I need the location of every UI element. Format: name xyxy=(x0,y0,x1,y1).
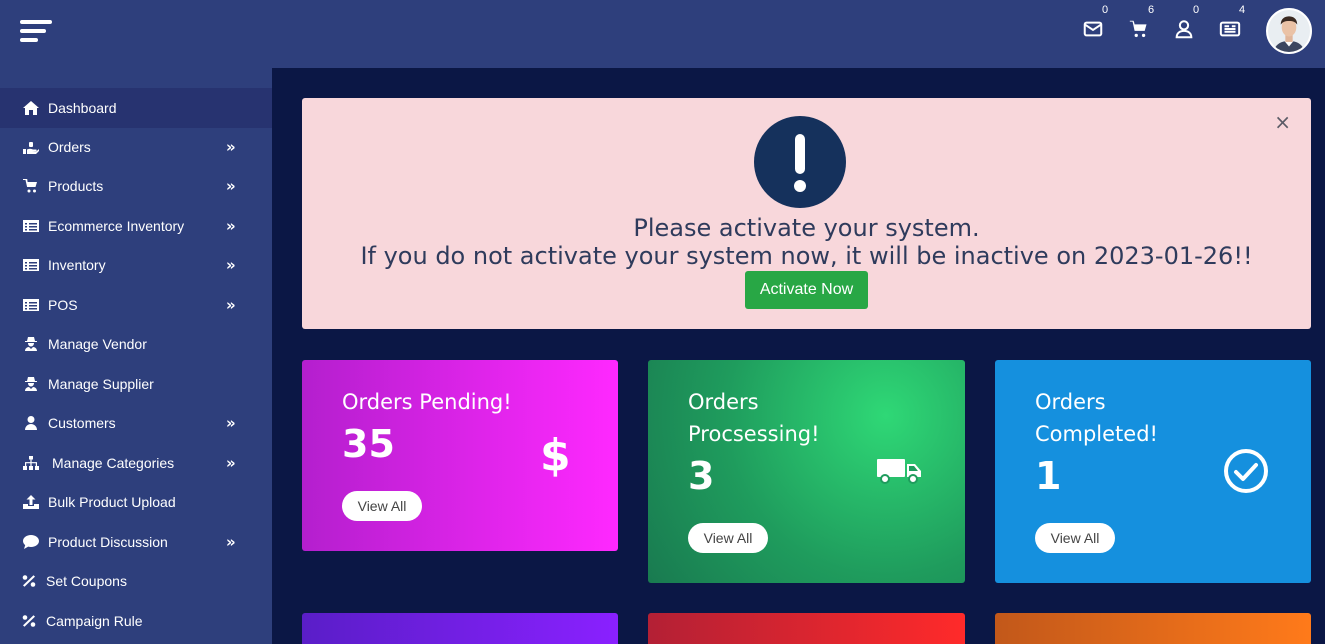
list-alt-icon xyxy=(22,219,40,233)
card-title: Orders Pending! xyxy=(342,390,512,414)
close-icon[interactable]: × xyxy=(1274,112,1291,132)
sitemap-icon xyxy=(22,456,40,470)
chevron-double-right-icon: » xyxy=(226,454,236,472)
sidebar-item-label: Products xyxy=(48,178,104,194)
sidebar-item-label: Manage Supplier xyxy=(48,376,154,392)
sidebar-item-ecommerce-inventory[interactable]: Ecommerce Inventory » xyxy=(0,206,272,246)
dollar-icon: $ xyxy=(540,428,571,482)
user-icon xyxy=(22,416,40,430)
user-icon[interactable]: 0 xyxy=(1173,4,1199,42)
exclamation-icon xyxy=(754,116,846,208)
sidebar-item-label: Campaign Rule xyxy=(46,613,143,629)
sidebar-item-label: POS xyxy=(48,297,78,313)
sidebar-item-inventory[interactable]: Inventory » xyxy=(0,245,272,285)
chevron-double-right-icon: » xyxy=(226,177,236,195)
sidebar-item-product-discussion[interactable]: Product Discussion » xyxy=(0,522,272,562)
card-title: Orders xyxy=(1035,390,1106,414)
chevron-double-right-icon: » xyxy=(226,414,236,432)
stat-card-red xyxy=(648,613,965,644)
list-alt-icon xyxy=(22,258,40,272)
card-title-line2: Procsessing! xyxy=(688,422,820,446)
activation-alert: × Please activate your system. If you do… xyxy=(302,98,1311,329)
card-count: 3 xyxy=(688,454,715,498)
sidebar-item-label: Manage Vendor xyxy=(48,336,147,352)
card-count: 35 xyxy=(342,422,395,466)
sidebar-item-label: Product Discussion xyxy=(48,534,168,550)
orders-completed-card: Orders Completed! 1 View All xyxy=(995,360,1311,583)
envelope-icon[interactable]: 0 xyxy=(1082,4,1108,42)
sidebar-item-label: Dashboard xyxy=(48,100,117,116)
view-all-button[interactable]: View All xyxy=(1035,523,1115,553)
check-circle-icon xyxy=(1223,448,1269,498)
sidebar-item-pos[interactable]: POS » xyxy=(0,285,272,325)
sidebar-item-label: Orders xyxy=(48,139,91,155)
home-icon xyxy=(22,101,40,115)
alert-message: Please activate your system. xyxy=(633,214,980,242)
sidebar-item-label: Customers xyxy=(48,415,116,431)
chevron-double-right-icon: » xyxy=(226,256,236,274)
view-all-button[interactable]: View All xyxy=(342,491,422,521)
sidebar-item-label: Inventory xyxy=(48,257,106,273)
sidebar-item-bulk-product-upload[interactable]: Bulk Product Upload xyxy=(0,482,272,522)
truck-icon xyxy=(877,457,923,489)
sidebar-item-customers[interactable]: Customers » xyxy=(0,403,272,443)
card-title-line2: Completed! xyxy=(1035,422,1158,446)
svg-text:$: $ xyxy=(540,430,568,478)
cart-icon[interactable]: 6 xyxy=(1128,4,1154,42)
sidebar-item-manage-supplier[interactable]: Manage Supplier xyxy=(0,364,272,404)
sidebar: Dashboard Orders » Products » Ecommerce … xyxy=(0,68,272,644)
orders-processing-card: Orders Procsessing! 3 View All xyxy=(648,360,965,583)
chevron-double-right-icon: » xyxy=(226,533,236,551)
hand-holding-icon xyxy=(22,140,40,154)
stat-card-purple xyxy=(302,613,618,644)
newspaper-badge: 4 xyxy=(1239,4,1246,16)
orders-pending-card: Orders Pending! 35 $ View All xyxy=(302,360,618,551)
sidebar-item-label: Manage Categories xyxy=(52,455,175,471)
user-badge: 0 xyxy=(1193,4,1200,16)
sidebar-item-label: Ecommerce Inventory xyxy=(48,218,185,234)
card-count: 1 xyxy=(1035,454,1062,498)
comment-icon xyxy=(22,535,40,549)
user-secret-icon xyxy=(22,337,40,351)
envelope-badge: 0 xyxy=(1102,4,1109,16)
top-bar: 0 6 0 4 xyxy=(0,0,1325,68)
chevron-double-right-icon: » xyxy=(226,138,236,156)
activate-now-button[interactable]: Activate Now xyxy=(745,271,868,309)
sidebar-item-campaign-rule[interactable]: Campaign Rule xyxy=(0,601,272,641)
sidebar-item-manage-categories[interactable]: Manage Categories » xyxy=(0,443,272,483)
view-all-button[interactable]: View All xyxy=(688,523,768,553)
card-title: Orders xyxy=(688,390,759,414)
sidebar-item-label: Set Coupons xyxy=(46,573,127,589)
percent-icon xyxy=(20,614,38,628)
alert-message-detail: If you do not activate your system now, … xyxy=(360,242,1253,270)
user-secret-icon xyxy=(22,377,40,391)
cart-icon xyxy=(22,179,40,193)
menu-toggle-icon[interactable] xyxy=(20,20,54,44)
sidebar-item-manage-vendor[interactable]: Manage Vendor xyxy=(0,324,272,364)
sidebar-item-products[interactable]: Products » xyxy=(0,166,272,206)
sidebar-item-orders[interactable]: Orders » xyxy=(0,127,272,167)
sidebar-item-set-coupons[interactable]: Set Coupons xyxy=(0,561,272,601)
avatar[interactable] xyxy=(1266,8,1312,54)
newspaper-icon[interactable]: 4 xyxy=(1219,4,1245,42)
upload-icon xyxy=(22,495,40,509)
cart-badge: 6 xyxy=(1148,4,1155,16)
stat-card-orange xyxy=(995,613,1311,644)
sidebar-item-dashboard[interactable]: Dashboard xyxy=(0,88,272,128)
sidebar-item-label: Bulk Product Upload xyxy=(48,494,176,510)
percent-icon xyxy=(20,574,38,588)
chevron-double-right-icon: » xyxy=(226,296,236,314)
chevron-double-right-icon: » xyxy=(226,217,236,235)
list-alt-icon xyxy=(22,298,40,312)
